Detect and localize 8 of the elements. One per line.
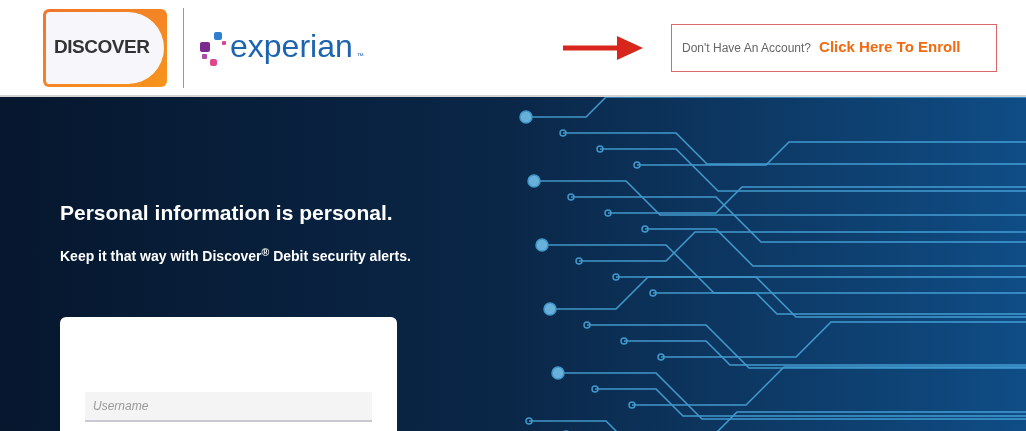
hero-title: Personal information is personal. <box>60 200 394 226</box>
enroll-link[interactable]: Click Here To Enroll <box>819 36 961 59</box>
enroll-prompt: Don't Have An Account? <box>682 39 812 57</box>
logo-wordmark: DISCOVER <box>54 35 150 60</box>
logo-wordmark: experian <box>230 29 353 66</box>
hero-subtitle: Keep it that way with Discover$^{®}$ Debit security alerts. <box>60 246 412 267</box>
dots-icon <box>200 31 226 66</box>
username-field[interactable]: Username <box>85 392 372 423</box>
